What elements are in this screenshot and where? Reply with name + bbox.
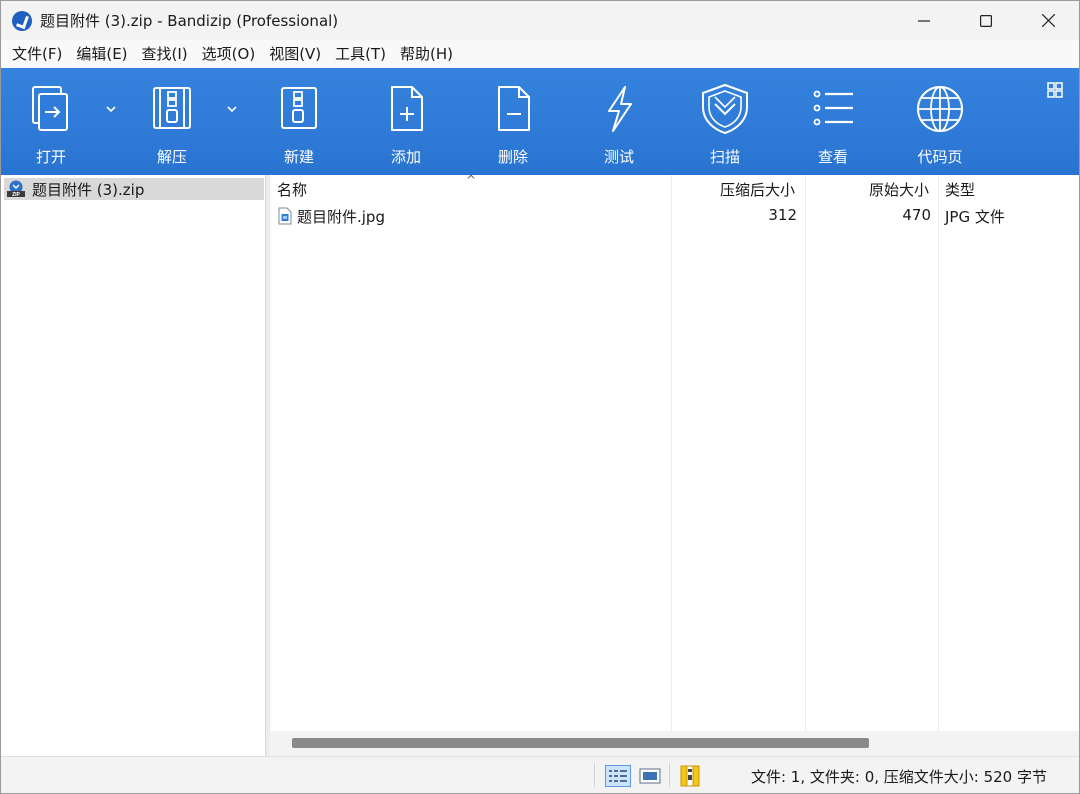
status-summary: 文件: 1, 文件夹: 0, 压缩文件大小: 520 字节 [750,768,1047,786]
extract-label: 解压 [156,148,187,166]
scan-label: 扫描 [709,148,740,166]
zip-icon: ZIP [7,180,25,198]
extract-dropdown-chevron-icon[interactable] [225,102,239,116]
extract-button[interactable]: 解压 [144,68,200,175]
column-divider [671,175,672,731]
add-label: 添加 [390,148,421,166]
menu-view[interactable]: 视图(V) [262,40,328,68]
layout-grid-icon[interactable] [1047,82,1063,98]
title-bar: 题目附件 (3).zip - Bandizip (Professional) [1,1,1079,40]
column-header-name[interactable]: 名称 [277,179,307,200]
toolbar: 打开 解压 新建 添加 删除 测试 扫描 查看 代码页 [1,68,1079,175]
column-header-original-size[interactable]: 原始大小 [869,179,929,200]
view-icon [813,90,853,126]
status-bar: 文件: 1, 文件夹: 0, 压缩文件大小: 520 字节 [1,756,1079,793]
close-icon [1041,14,1055,27]
column-divider [938,175,939,731]
test-label: 测试 [603,148,634,166]
column-header-type[interactable]: 类型 [945,179,975,200]
archive-tree: ZIP 题目附件 (3).zip [1,175,266,756]
maximize-icon [980,14,992,27]
menu-edit[interactable]: 编辑(E) [69,40,134,68]
archive-info-icon[interactable] [679,764,701,788]
codepage-icon [917,86,963,132]
window-controls [893,1,1079,40]
details-view-icon[interactable] [605,765,631,787]
table-row[interactable]: 题目附件.jpg 312 470 JPG 文件 [270,204,1079,228]
delete-icon [498,86,530,131]
sort-ascending-icon: ^ [466,173,477,187]
file-packed-size: 312 [768,206,797,224]
extract-icon [153,87,191,129]
svg-text:ZIP: ZIP [12,192,20,198]
open-button[interactable]: 打开 [23,68,79,175]
scan-icon [702,83,748,135]
close-button[interactable] [1017,1,1079,40]
column-header-packed-size[interactable]: 压缩后大小 [720,179,795,200]
minimize-button[interactable] [893,1,955,40]
jpg-file-icon [278,207,292,225]
minimize-icon [918,19,930,22]
codepage-label: 代码页 [917,148,963,166]
column-divider [805,175,806,731]
codepage-button[interactable]: 代码页 [908,68,972,175]
menu-file[interactable]: 文件(F) [5,40,69,68]
file-type: JPG 文件 [945,208,1005,226]
menu-find[interactable]: 查找(I) [135,40,195,68]
view-button[interactable]: 查看 [805,68,861,175]
app-window: 题目附件 (3).zip - Bandizip (Professional) 文… [0,0,1080,794]
tree-item-archive[interactable]: ZIP 题目附件 (3).zip [4,178,264,200]
window-title: 题目附件 (3).zip - Bandizip (Professional) [40,12,339,30]
menu-options[interactable]: 选项(O) [195,40,263,68]
add-button[interactable]: 添加 [378,68,434,175]
delete-label: 删除 [497,148,528,166]
new-archive-button[interactable]: 新建 [271,68,327,175]
view-label: 查看 [817,148,848,166]
preview-view-icon[interactable] [639,766,661,786]
file-name: 题目附件.jpg [297,208,385,226]
new-archive-label: 新建 [283,148,314,166]
add-icon [391,86,423,131]
maximize-button[interactable] [955,1,1017,40]
test-button[interactable]: 测试 [591,68,647,175]
horizontal-scrollbar-thumb[interactable] [292,738,869,748]
menu-tools[interactable]: 工具(T) [328,40,393,68]
menu-bar: 文件(F) 编辑(E) 查找(I) 选项(O) 视图(V) 工具(T) 帮助(H… [1,40,1079,68]
file-original-size: 470 [902,206,931,224]
open-icon [32,86,68,131]
delete-button[interactable]: 删除 [485,68,541,175]
scan-button[interactable]: 扫描 [694,68,756,175]
test-icon [608,86,632,132]
menu-help[interactable]: 帮助(H) [393,40,460,68]
new-archive-icon [281,87,317,129]
status-divider [594,763,595,787]
open-dropdown-chevron-icon[interactable] [104,102,118,116]
status-divider [669,763,670,787]
open-label: 打开 [35,148,66,166]
bandizip-logo-icon [12,10,32,31]
file-list: 名称 ^ 压缩后大小 原始大小 类型 题目附件.jpg 312 470 JPG … [270,173,1079,756]
tree-item-label: 题目附件 (3).zip [32,180,145,199]
